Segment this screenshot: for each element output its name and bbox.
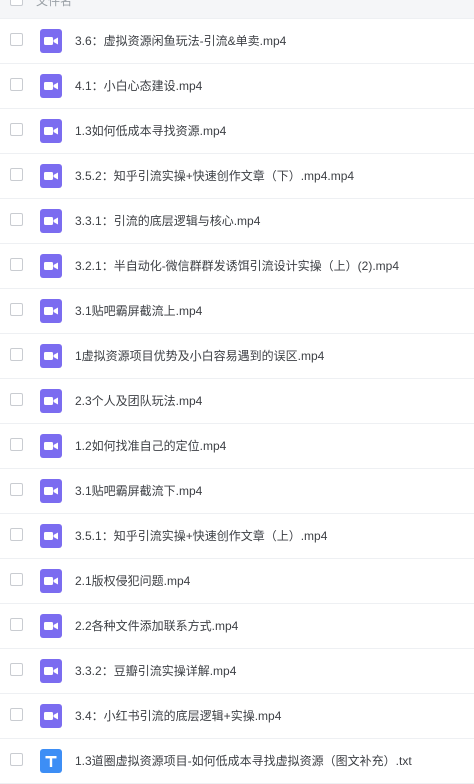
file-checkbox[interactable] xyxy=(10,123,23,136)
video-file-icon xyxy=(40,434,62,458)
file-checkbox[interactable] xyxy=(10,168,23,181)
file-checkbox[interactable] xyxy=(10,213,23,226)
file-row[interactable]: 1.3道圈虚拟资源项目-如何低成本寻找虚拟资源（图文补充）.txt xyxy=(0,739,474,784)
video-file-icon xyxy=(40,119,62,143)
file-list-header: 文件名 xyxy=(0,0,474,19)
file-name[interactable]: 1.2如何找准自己的定位.mp4 xyxy=(75,437,226,454)
file-row[interactable]: 1.2如何找准自己的定位.mp4 xyxy=(0,424,474,469)
file-name[interactable]: 3.5.1：知乎引流实操+快速创作文章（上）.mp4 xyxy=(75,527,327,544)
file-name[interactable]: 3.2.1：半自动化-微信群群发诱饵引流设计实操（上）(2).mp4 xyxy=(75,257,399,274)
file-checkbox[interactable] xyxy=(10,258,23,271)
video-file-icon xyxy=(40,254,62,278)
file-name[interactable]: 3.1贴吧霸屏截流下.mp4 xyxy=(75,482,202,499)
video-file-icon xyxy=(40,29,62,53)
file-checkbox[interactable] xyxy=(10,708,23,721)
file-checkbox[interactable] xyxy=(10,663,23,676)
file-row[interactable]: 3.3.1：引流的底层逻辑与核心.mp4 xyxy=(0,199,474,244)
file-checkbox[interactable] xyxy=(10,303,23,316)
file-row[interactable]: 3.5.2：知乎引流实操+快速创作文章（下）.mp4.mp4 xyxy=(0,154,474,199)
file-checkbox[interactable] xyxy=(10,393,23,406)
video-file-icon xyxy=(40,389,62,413)
video-file-icon xyxy=(40,479,62,503)
file-name[interactable]: 1.3如何低成本寻找资源.mp4 xyxy=(75,122,226,139)
file-name[interactable]: 3.4：小红书引流的底层逻辑+实操.mp4 xyxy=(75,707,281,724)
file-row[interactable]: 4.1：小白心态建设.mp4 xyxy=(0,64,474,109)
file-row[interactable]: 3.3.2：豆瓣引流实操详解.mp4 xyxy=(0,649,474,694)
file-name[interactable]: 1虚拟资源项目优势及小白容易遇到的误区.mp4 xyxy=(75,347,324,364)
filename-column-header[interactable]: 文件名 xyxy=(36,0,72,9)
file-row[interactable]: 1.3如何低成本寻找资源.mp4 xyxy=(0,109,474,154)
file-row[interactable]: 1虚拟资源项目优势及小白容易遇到的误区.mp4 xyxy=(0,334,474,379)
video-file-icon xyxy=(40,344,62,368)
file-name[interactable]: 3.1贴吧霸屏截流上.mp4 xyxy=(75,302,202,319)
file-row[interactable]: 2.3个人及团队玩法.mp4 xyxy=(0,379,474,424)
file-name[interactable]: 4.1：小白心态建设.mp4 xyxy=(75,77,202,94)
file-checkbox[interactable] xyxy=(10,573,23,586)
file-checkbox[interactable] xyxy=(10,33,23,46)
file-checkbox[interactable] xyxy=(10,438,23,451)
file-name[interactable]: 3.3.2：豆瓣引流实操详解.mp4 xyxy=(75,662,236,679)
file-name[interactable]: 3.6：虚拟资源闲鱼玩法-引流&单卖.mp4 xyxy=(75,32,286,49)
file-checkbox[interactable] xyxy=(10,753,23,766)
video-file-icon xyxy=(40,209,62,233)
video-file-icon xyxy=(40,569,62,593)
video-file-icon xyxy=(40,614,62,638)
file-name[interactable]: 2.3个人及团队玩法.mp4 xyxy=(75,392,202,409)
file-row[interactable]: 3.1贴吧霸屏截流下.mp4 xyxy=(0,469,474,514)
text-file-icon xyxy=(40,749,62,773)
file-name[interactable]: 3.3.1：引流的底层逻辑与核心.mp4 xyxy=(75,212,260,229)
file-name[interactable]: 2.1版权侵犯问题.mp4 xyxy=(75,572,190,589)
file-checkbox[interactable] xyxy=(10,78,23,91)
file-name[interactable]: 1.3道圈虚拟资源项目-如何低成本寻找虚拟资源（图文补充）.txt xyxy=(75,752,412,769)
file-row[interactable]: 2.2各种文件添加联系方式.mp4 xyxy=(0,604,474,649)
file-row[interactable]: 3.5.1：知乎引流实操+快速创作文章（上）.mp4 xyxy=(0,514,474,559)
file-name[interactable]: 3.5.2：知乎引流实操+快速创作文章（下）.mp4.mp4 xyxy=(75,167,354,184)
video-file-icon xyxy=(40,74,62,98)
video-file-icon xyxy=(40,704,62,728)
video-file-icon xyxy=(40,659,62,683)
file-row[interactable]: 3.6：虚拟资源闲鱼玩法-引流&单卖.mp4 xyxy=(0,19,474,64)
file-checkbox[interactable] xyxy=(10,483,23,496)
file-row[interactable]: 3.2.1：半自动化-微信群群发诱饵引流设计实操（上）(2).mp4 xyxy=(0,244,474,289)
file-list: 3.6：虚拟资源闲鱼玩法-引流&单卖.mp4 4.1：小白心态建设.mp4 1.3如… xyxy=(0,19,474,784)
file-row[interactable]: 3.1贴吧霸屏截流上.mp4 xyxy=(0,289,474,334)
select-all-checkbox[interactable] xyxy=(10,0,23,6)
video-file-icon xyxy=(40,299,62,323)
file-row[interactable]: 2.1版权侵犯问题.mp4 xyxy=(0,559,474,604)
file-name[interactable]: 2.2各种文件添加联系方式.mp4 xyxy=(75,617,238,634)
file-row[interactable]: 3.4：小红书引流的底层逻辑+实操.mp4 xyxy=(0,694,474,739)
video-file-icon xyxy=(40,164,62,188)
file-checkbox[interactable] xyxy=(10,348,23,361)
file-checkbox[interactable] xyxy=(10,528,23,541)
file-checkbox[interactable] xyxy=(10,618,23,631)
video-file-icon xyxy=(40,524,62,548)
